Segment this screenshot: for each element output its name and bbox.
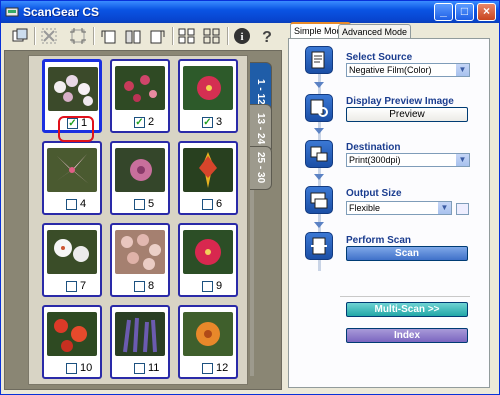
frame-number: 10 bbox=[80, 362, 93, 374]
step-arrow-icon bbox=[314, 82, 324, 88]
frame-number: 4 bbox=[80, 198, 87, 210]
photo-thumbnail bbox=[115, 312, 165, 356]
select-source-label: Select Source bbox=[346, 52, 413, 63]
frame-number: 11 bbox=[148, 362, 160, 374]
frame-checkbox[interactable] bbox=[66, 281, 77, 292]
frame-checkbox[interactable] bbox=[134, 199, 145, 210]
rotate-left-icon[interactable] bbox=[97, 26, 119, 46]
photo-thumbnail bbox=[115, 66, 165, 110]
photo-thumbnail bbox=[47, 312, 97, 356]
crop-icon[interactable] bbox=[67, 26, 89, 46]
chevron-down-icon: ▼ bbox=[455, 154, 469, 166]
tab-frames-25-30[interactable]: 25 - 30 bbox=[250, 146, 272, 190]
separator bbox=[340, 296, 470, 297]
toolbar: i ? bbox=[1, 23, 286, 49]
close-button[interactable]: × bbox=[477, 3, 496, 21]
display-preview-label: Display Preview Image bbox=[346, 96, 454, 107]
frame-4[interactable]: 4 bbox=[42, 141, 102, 215]
perform-scan-label: Perform Scan bbox=[346, 235, 412, 246]
info-icon[interactable]: i bbox=[231, 26, 253, 46]
mirror-icon[interactable] bbox=[122, 26, 144, 46]
scan-button[interactable]: Scan bbox=[346, 246, 468, 261]
frame-number: 8 bbox=[148, 280, 155, 292]
preview-icon bbox=[305, 94, 333, 122]
frame-6[interactable]: 6 bbox=[178, 141, 238, 215]
clear-icon[interactable] bbox=[38, 26, 60, 46]
step-arrow-icon bbox=[314, 174, 324, 180]
thumbnail-icon[interactable] bbox=[201, 26, 223, 46]
destination-select[interactable]: Print(300dpi) ▼ bbox=[346, 153, 470, 167]
frame-3[interactable]: ✓ 3 bbox=[178, 59, 238, 133]
photo-thumbnail bbox=[48, 67, 98, 111]
select-all-icon[interactable] bbox=[176, 26, 198, 46]
frame-10[interactable]: 10 bbox=[42, 305, 102, 379]
photo-thumbnail bbox=[183, 312, 233, 356]
photo-thumbnail bbox=[47, 148, 97, 192]
scanner-icon bbox=[305, 46, 333, 74]
destination-label: Destination bbox=[346, 142, 401, 153]
scan-icon bbox=[305, 232, 333, 260]
index-button[interactable]: Index bbox=[346, 328, 468, 343]
multi-scan-button[interactable]: Multi-Scan >> bbox=[346, 302, 468, 317]
minimize-button[interactable]: _ bbox=[434, 3, 453, 21]
photo-thumbnail bbox=[183, 148, 233, 192]
frame-checkbox[interactable] bbox=[202, 363, 213, 374]
frame-number: 12 bbox=[216, 362, 229, 374]
chevron-down-icon: ▼ bbox=[437, 202, 451, 214]
frame-checkbox[interactable] bbox=[202, 281, 213, 292]
frame-5[interactable]: 5 bbox=[110, 141, 170, 215]
photo-thumbnail bbox=[115, 148, 165, 192]
app-icon bbox=[5, 7, 19, 17]
step-arrow-icon bbox=[314, 222, 324, 228]
frame-checkbox[interactable] bbox=[134, 363, 145, 374]
svg-text:?: ? bbox=[262, 29, 272, 45]
frame-number: 3 bbox=[216, 116, 223, 128]
frame-scrollbar[interactable] bbox=[250, 190, 254, 376]
frame-number: 6 bbox=[216, 198, 223, 210]
preview-button[interactable]: Preview bbox=[346, 107, 468, 122]
frame-7[interactable]: 7 bbox=[42, 223, 102, 297]
frame-checkbox[interactable]: ✓ bbox=[134, 117, 145, 128]
destination-icon bbox=[305, 140, 333, 168]
output-settings-button[interactable] bbox=[456, 203, 469, 215]
output-size-label: Output Size bbox=[346, 188, 402, 199]
window-title: ScanGear CS bbox=[23, 5, 100, 19]
frame-number: 7 bbox=[80, 280, 87, 292]
frame-12[interactable]: 12 bbox=[178, 305, 238, 379]
maximize-button[interactable]: □ bbox=[455, 3, 474, 21]
photo-thumbnail bbox=[115, 230, 165, 274]
frame-number: 2 bbox=[148, 116, 155, 128]
frame-checkbox[interactable] bbox=[134, 281, 145, 292]
title-bar[interactable]: ScanGear CS _ □ × bbox=[1, 1, 499, 23]
rotate-right-icon[interactable] bbox=[147, 26, 169, 46]
output-size-icon bbox=[305, 186, 333, 214]
step-arrow-icon bbox=[314, 128, 324, 134]
frame-checkbox[interactable] bbox=[66, 199, 77, 210]
frame-checkbox[interactable] bbox=[202, 199, 213, 210]
help-icon[interactable]: ? bbox=[256, 26, 278, 46]
frame-9[interactable]: 9 bbox=[178, 223, 238, 297]
chevron-down-icon: ▼ bbox=[455, 64, 469, 76]
frame-number: 9 bbox=[216, 280, 223, 292]
frame-8[interactable]: 8 bbox=[110, 223, 170, 297]
photo-thumbnail bbox=[47, 230, 97, 274]
frame-checkbox[interactable]: ✓ bbox=[202, 117, 213, 128]
frame-checkbox[interactable] bbox=[66, 363, 77, 374]
photo-thumbnail bbox=[183, 230, 233, 274]
frame-number: 5 bbox=[148, 198, 155, 210]
checkbox-highlight bbox=[58, 116, 94, 142]
frame-2[interactable]: ✓ 2 bbox=[110, 59, 170, 133]
photo-thumbnail bbox=[183, 66, 233, 110]
output-size-select[interactable]: Flexible ▼ bbox=[346, 201, 452, 215]
frame-11[interactable]: 11 bbox=[110, 305, 170, 379]
svg-text:i: i bbox=[240, 31, 243, 43]
preview-all-icon[interactable] bbox=[9, 26, 31, 46]
source-select[interactable]: Negative Film(Color) ▼ bbox=[346, 63, 470, 77]
